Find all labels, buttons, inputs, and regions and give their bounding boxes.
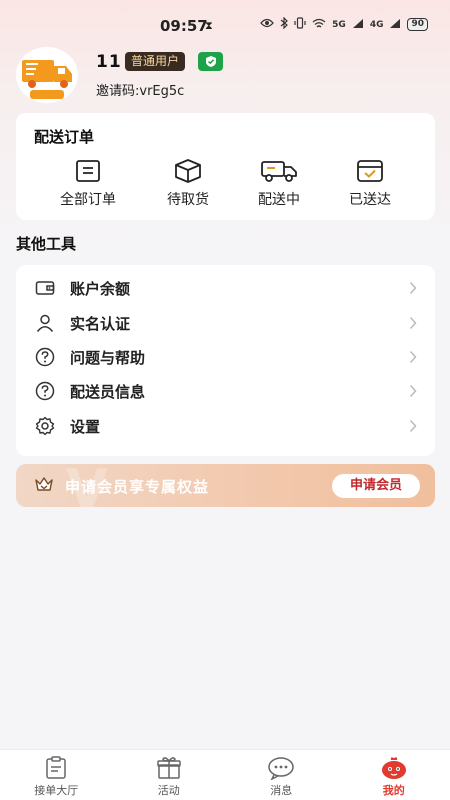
tab-messages-label: 消息 [270, 784, 293, 797]
tab-activity-label: 活动 [157, 784, 180, 797]
order-pending-label: 待取货 [167, 192, 209, 208]
status-bar: 09:57 ⧗ 5G 4G 90 [0, 0, 450, 50]
battery-level: 90 [407, 18, 428, 31]
gift-icon [157, 757, 181, 779]
tab-order-hall[interactable]: 接单大厅 [0, 750, 113, 800]
tab-activity[interactable]: 活动 [113, 750, 226, 800]
chat-icon [268, 757, 294, 780]
mascot-icon [381, 757, 406, 779]
user-level-badge: 普通用户 [125, 52, 186, 71]
wallet-icon [34, 280, 56, 296]
order-delivered-label: 已送达 [349, 192, 391, 208]
tool-account-balance-label: 账户余额 [70, 279, 131, 298]
person-icon [34, 313, 56, 333]
signal-5g: 5G [332, 19, 346, 30]
tools-section-title: 其他工具 [16, 235, 77, 253]
status-time: 09:57 [160, 17, 208, 35]
order-delivering-button[interactable]: 配送中 [234, 157, 324, 209]
vibrate-icon [294, 17, 306, 32]
truck-logo-icon [22, 60, 72, 99]
chevron-right-icon [409, 349, 417, 368]
tool-courier-info[interactable]: 配送员信息 [16, 374, 435, 408]
list-icon [76, 160, 100, 182]
clipboard-icon [46, 756, 66, 779]
gear-icon [34, 416, 56, 436]
delivered-icon [357, 160, 383, 182]
invite-code: 邀请码:vrEg5c [96, 84, 185, 99]
signal-4g: 4G [369, 19, 384, 30]
tool-account-balance[interactable]: 账户余额 [16, 271, 435, 305]
order-pending-button[interactable]: 待取货 [143, 157, 233, 209]
bluetooth-icon [280, 16, 289, 32]
order-all-label: 全部订单 [60, 192, 116, 208]
box-icon [175, 159, 201, 183]
chevron-right-icon [409, 315, 417, 334]
order-delivered-button[interactable]: 已送达 [325, 157, 415, 209]
tool-real-name-auth[interactable]: 实名认证 [16, 306, 435, 340]
truck-icon [261, 161, 297, 182]
chevron-right-icon [409, 418, 417, 437]
tab-mine-label: 我的 [382, 784, 405, 797]
member-promo-text: 申请会员享专属权益 [65, 478, 210, 496]
user-name: 11 [96, 52, 122, 72]
tool-settings-label: 设置 [70, 417, 101, 436]
tab-order-hall-label: 接单大厅 [34, 784, 79, 797]
signal-bars-icon [389, 18, 401, 32]
tab-messages[interactable]: 消息 [225, 750, 338, 800]
tool-real-name-auth-label: 实名认证 [70, 314, 131, 333]
shield-check-icon [205, 56, 216, 67]
bottom-tab-bar: 接单大厅 活动 消息 我的 [0, 749, 450, 800]
avatar[interactable] [16, 47, 78, 103]
crown-icon [34, 476, 54, 498]
chevron-right-icon [409, 383, 417, 402]
tab-mine[interactable]: 我的 [338, 750, 450, 800]
order-delivering-label: 配送中 [258, 192, 300, 208]
tool-help[interactable]: 问题与帮助 [16, 340, 435, 374]
orders-title: 配送订单 [34, 128, 95, 146]
signal-bars-icon [352, 18, 364, 32]
apply-member-button[interactable]: 申请会员 [332, 474, 420, 498]
tool-help-label: 问题与帮助 [70, 348, 146, 367]
tool-courier-info-label: 配送员信息 [70, 382, 146, 401]
order-all-button[interactable]: 全部订单 [43, 157, 133, 209]
status-icons: 5G 4G 90 [260, 16, 428, 32]
tool-settings[interactable]: 设置 [16, 409, 435, 443]
verified-badge [198, 52, 223, 71]
question-icon [34, 347, 56, 367]
eye-icon [260, 18, 275, 31]
member-banner[interactable]: V 申请会员享专属权益 申请会员 [16, 464, 435, 507]
delivery-orders-card: 配送订单 全部订单 待取货 配送中 已送达 [16, 113, 435, 220]
tools-card: 账户余额 实名认证 问题与帮助 配送员信息 设置 [16, 265, 435, 456]
hourglass-icon: ⧗ [205, 19, 213, 32]
wifi-icon [312, 18, 326, 32]
question-icon [34, 381, 56, 401]
chevron-right-icon [409, 280, 417, 299]
